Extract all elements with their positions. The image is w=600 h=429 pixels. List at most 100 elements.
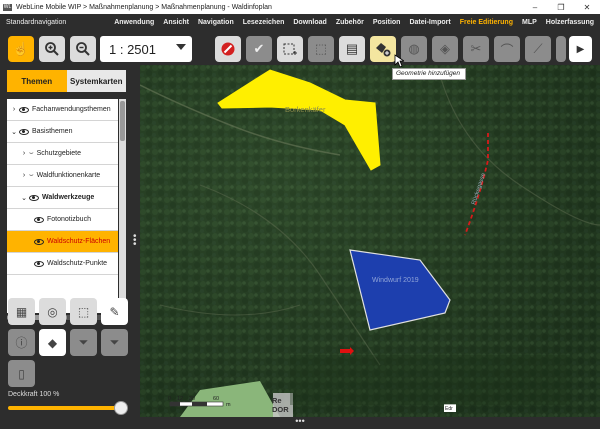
pencil-icon: ✎ [109, 304, 120, 319]
menu-anwendung[interactable]: Anwendung [114, 19, 154, 26]
minimize-button[interactable]: – [522, 3, 548, 12]
tree-item-label: Waldschutz-Flächen [47, 238, 111, 245]
edit-vertices-button[interactable]: ⬚ [308, 36, 334, 62]
chevron-down-icon[interactable]: ⌄ [9, 128, 19, 136]
filter-button[interactable]: ⏷ [70, 329, 97, 356]
eye-icon[interactable] [19, 106, 29, 113]
draw-line-button[interactable]: ⌒ [494, 36, 520, 62]
table-icon: ▦ [15, 304, 28, 319]
info-button[interactable]: ⓘ [8, 329, 35, 356]
add-line-icon: ⟋ [533, 41, 543, 56]
zoom-in-button[interactable] [39, 36, 65, 62]
menu-lesezeichen[interactable]: Lesezeichen [243, 19, 285, 26]
eye-icon[interactable] [19, 128, 29, 135]
menu-navigation[interactable]: Navigation [198, 19, 234, 26]
chevron-right-icon[interactable]: › [19, 172, 29, 179]
add-geometry-button[interactable] [370, 36, 396, 62]
tree-scrollbar[interactable] [119, 99, 126, 313]
slider-knob[interactable] [114, 401, 128, 415]
check-icon: ✔ [253, 41, 265, 56]
scroll-thumb[interactable] [120, 101, 125, 141]
clear-filter-button[interactable]: ⏷ [101, 329, 128, 356]
tree-item-waldwerkzeuge[interactable]: ⌄ Waldwerkzeuge [7, 187, 118, 209]
tab-systemkarten[interactable]: Systemkarten [66, 70, 126, 92]
menu-mlp[interactable]: MLP [522, 19, 537, 26]
chevron-down-icon [176, 44, 186, 50]
remove-selection-button[interactable]: ⬚ [70, 298, 97, 325]
chevron-down-icon[interactable]: ⌄ [19, 194, 29, 202]
hand-icon: ☝ [12, 41, 30, 56]
tree-item-label: Waldfunktionenkarte [36, 172, 101, 179]
cut-geometry-button[interactable]: ✂ [463, 36, 489, 62]
tree-item-schutzgebiete[interactable]: › ⌣ Schutzgebiete [7, 143, 118, 165]
info-icon: ⓘ [15, 336, 28, 350]
menu-datei-import[interactable]: Datei-Import [409, 19, 450, 26]
menu-zubehoer[interactable]: Zubehör [336, 19, 364, 26]
pan-hand-button[interactable]: ☝ [8, 36, 34, 62]
document-button[interactable]: ▯ [8, 360, 35, 387]
zoom-out-button[interactable] [70, 36, 96, 62]
menu-freie-editierung[interactable]: Freie Editierung [460, 19, 513, 26]
cancel-icon [221, 42, 235, 56]
opacity-label: Deckkraft 100 % [8, 391, 60, 398]
maximize-button[interactable]: ❐ [548, 3, 574, 12]
map-view[interactable]: Borkenkäfer Windwurf 2019 Rückegasse Re … [140, 65, 600, 417]
vertex-edit-icon: ⬚ [314, 41, 328, 56]
filter-icon: ⏷ [78, 335, 89, 349]
tree-item-label: Fachanwendungsthemen [32, 106, 111, 113]
hidden-layer-icon[interactable]: ⌣ [29, 172, 34, 180]
more-tools-button[interactable] [556, 36, 566, 62]
eye-icon[interactable] [29, 194, 39, 201]
toolbar-scroll-right-button[interactable]: ▶ [569, 36, 592, 62]
add-geometry-side-button[interactable]: ◆ [39, 329, 66, 356]
form-icon: ▤ [345, 41, 359, 56]
scalebar-tick: 12 [177, 396, 183, 402]
menu-holzerfassung[interactable]: Holzerfassung [546, 19, 594, 26]
tree-item-waldschutz-flaechen[interactable]: Waldschutz-Flächen [7, 231, 118, 253]
menu-ansicht[interactable]: Ansicht [163, 19, 189, 26]
cancel-edit-button[interactable] [215, 36, 241, 62]
zoom-out-icon [76, 42, 90, 56]
eye-icon[interactable] [34, 238, 44, 245]
menu-download[interactable]: Download [293, 19, 326, 26]
scale-select[interactable]: 1 : 2501 [100, 36, 192, 62]
tree-item-fachanwendungsthemen[interactable]: › Fachanwendungsthemen [7, 99, 118, 121]
add-geometry-icon [376, 43, 391, 57]
tree-item-label: Waldwerkzeuge [42, 194, 95, 201]
mouse-cursor-icon [394, 54, 404, 68]
tree-item-fotonotizbuch[interactable]: Fotonotizbuch [7, 209, 118, 231]
attribution-badge-label: Edr [445, 406, 453, 412]
merge-icon: ◈ [440, 41, 450, 56]
tree-item-basisthemen[interactable]: ⌄ Basisthemen [7, 121, 118, 143]
chevron-right-icon: ▶ [576, 43, 585, 55]
split-geometry-button[interactable]: ◍ [401, 36, 427, 62]
close-button[interactable]: ✕ [574, 3, 600, 12]
tree-item-waldfunktionenkarte[interactable]: › ⌣ Waldfunktionenkarte [7, 165, 118, 187]
sidebar: Themen Systemkarten › Fachanwendungsthem… [0, 65, 140, 417]
bottom-panel-handle[interactable]: ••• [0, 417, 600, 429]
globe-icon: ◎ [47, 304, 58, 319]
map-canvas[interactable]: Borkenkäfer Windwurf 2019 Rückegasse Re … [140, 65, 600, 417]
attribute-table-button[interactable]: ▦ [8, 298, 35, 325]
chevron-right-icon[interactable]: › [19, 150, 29, 157]
globe-button[interactable]: ◎ [39, 298, 66, 325]
tree-item-waldschutz-punkte[interactable]: Waldschutz-Punkte [7, 253, 118, 275]
tab-themen[interactable]: Themen [7, 70, 67, 92]
menu-standardnavigation[interactable]: Standardnavigation [6, 19, 66, 26]
hidden-layer-icon[interactable]: ⌣ [29, 150, 34, 158]
confirm-button[interactable]: ✔ [246, 36, 272, 62]
edit-button[interactable]: ✎ [101, 298, 128, 325]
app-icon: WL [3, 3, 12, 11]
merge-geometry-button[interactable]: ◈ [432, 36, 458, 62]
document-icon: ▯ [18, 366, 25, 381]
attributes-button[interactable]: ▤ [339, 36, 365, 62]
eye-icon[interactable] [34, 260, 44, 267]
chevron-right-icon[interactable]: › [9, 106, 19, 113]
layer-tree: › Fachanwendungsthemen ⌄ Basisthemen › ⌣… [7, 99, 118, 313]
panel-splitter[interactable]: • • • [133, 232, 137, 250]
eye-icon[interactable] [34, 216, 44, 223]
opacity-slider[interactable] [8, 401, 128, 415]
menu-position[interactable]: Position [373, 19, 401, 26]
select-area-button[interactable] [277, 36, 303, 62]
add-line-button[interactable]: ⟋ [525, 36, 551, 62]
